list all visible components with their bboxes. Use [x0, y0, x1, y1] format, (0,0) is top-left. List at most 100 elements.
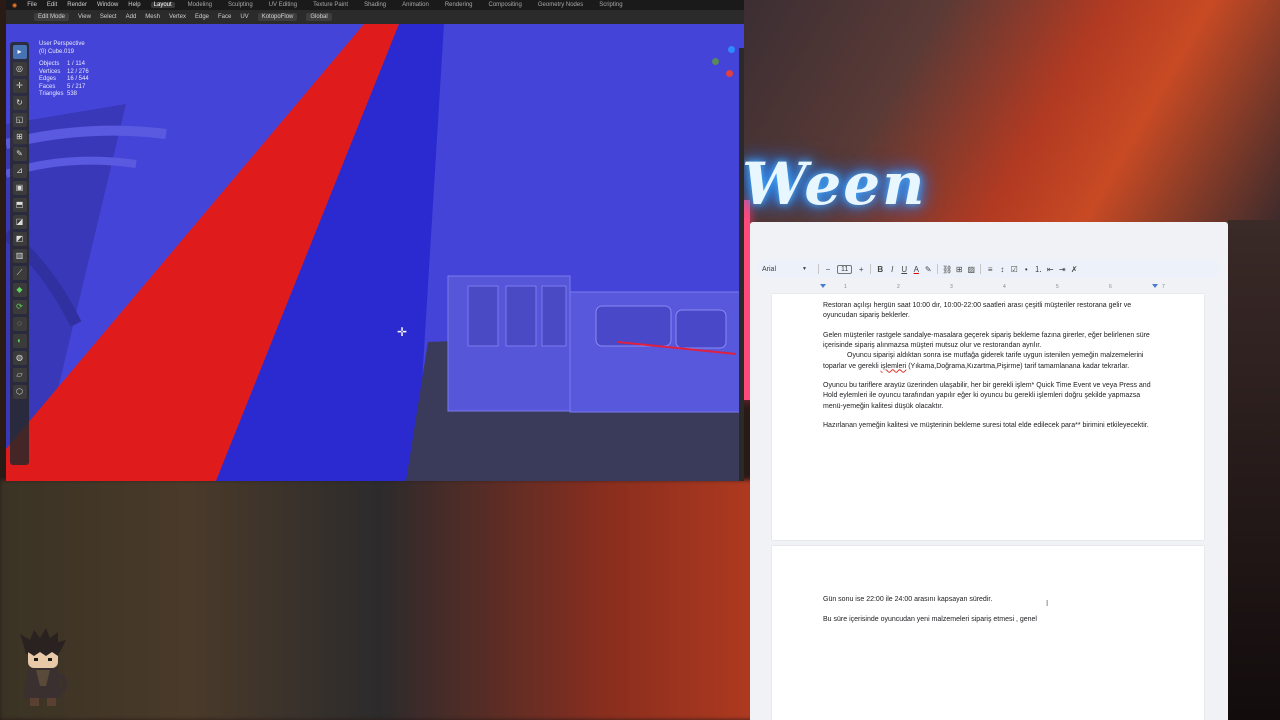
menu-file[interactable]: File — [27, 2, 37, 8]
inset-icon[interactable]: ◪ — [12, 215, 27, 229]
left-indent-marker[interactable] — [820, 284, 826, 288]
paragraph[interactable]: Bu süre içerisinde oyuncudan yeni malzem… — [823, 615, 1155, 625]
header-menu-face[interactable]: Face — [218, 14, 231, 20]
divider — [870, 264, 872, 274]
paragraph[interactable]: Hazırlanan yemeğin kalitesi ve müşterini… — [823, 421, 1155, 431]
header-menu-add[interactable]: Add — [126, 14, 137, 20]
decrease-indent-icon[interactable]: ⇤ — [1044, 265, 1056, 274]
menu-help[interactable]: Help — [128, 2, 140, 8]
header-menu-view[interactable]: View — [78, 14, 91, 20]
gizmo-x-icon[interactable] — [726, 70, 733, 77]
blender-logo-icon[interactable]: ◉ — [12, 2, 17, 9]
spin-icon[interactable]: ⟳ — [12, 300, 27, 314]
page-content[interactable]: Gün sonu ise 22:00 ile 24:00 arasını kap… — [823, 595, 1155, 634]
line-spacing-icon[interactable]: ↕ — [996, 265, 1008, 274]
ruler-tick: 6 — [1109, 284, 1112, 290]
tab-texture-paint[interactable]: Texture Paint — [310, 2, 351, 8]
bullet-list-icon[interactable]: • — [1020, 265, 1032, 274]
tab-compositing[interactable]: Compositing — [486, 2, 525, 8]
rotate-icon[interactable]: ↻ — [12, 96, 27, 110]
gizmo-z-icon[interactable] — [728, 46, 735, 53]
shrink-icon[interactable]: ◍ — [12, 351, 27, 365]
tab-animation[interactable]: Animation — [399, 2, 432, 8]
orientation-select[interactable]: Global — [306, 13, 332, 21]
scale-icon[interactable]: ◱ — [12, 113, 27, 127]
smooth-icon[interactable]: ◌ — [12, 317, 27, 331]
ruler-tick: 3 — [950, 284, 953, 290]
perspective-label: User Perspective — [39, 41, 85, 47]
misspelled-word[interactable]: işlemleri — [881, 363, 907, 370]
chevron-down-icon[interactable]: ▼ — [802, 266, 807, 272]
header-menu-select[interactable]: Select — [100, 14, 117, 20]
header-menu-vertex[interactable]: Vertex — [169, 14, 186, 20]
gizmo-y-icon[interactable] — [712, 58, 719, 65]
align-icon[interactable]: ≡ — [984, 265, 996, 274]
addon-pill[interactable]: KotopoFlow — [257, 13, 298, 21]
bold-icon[interactable]: B — [874, 265, 886, 274]
font-select[interactable]: Arial — [762, 266, 806, 273]
paragraph[interactable]: Gün sonu ise 22:00 ile 24:00 arasını kap… — [823, 595, 1155, 605]
ruler[interactable]: 1 2 3 4 5 6 7 — [772, 284, 1204, 292]
move-icon[interactable]: ✛ — [12, 79, 27, 93]
blender-menubar: ◉ File Edit Render Window Help Layout Mo… — [6, 0, 744, 10]
cursor-icon[interactable]: ◎ — [12, 62, 27, 76]
font-size-field[interactable]: 11 — [836, 264, 853, 274]
annotate-icon[interactable]: ✎ — [12, 147, 27, 161]
poly-build-icon[interactable]: ◆ — [12, 283, 27, 297]
underline-icon[interactable]: U — [898, 265, 910, 274]
menu-render[interactable]: Render — [67, 2, 87, 8]
blender-window: ◉ File Edit Render Window Help Layout Mo… — [6, 0, 744, 481]
loop-cut-icon[interactable]: ▥ — [12, 249, 27, 263]
text-cursor-icon: I — [1046, 599, 1049, 608]
edge-slide-icon[interactable]: ◐ — [12, 334, 27, 348]
document-page[interactable]: Restoran açılışı hergün saat 10:00 dır, … — [772, 294, 1204, 540]
checklist-icon[interactable]: ☑ — [1008, 265, 1020, 274]
document-page[interactable]: Gün sonu ise 22:00 ile 24:00 arasını kap… — [772, 546, 1204, 720]
numbered-list-icon[interactable]: ⒈ — [1032, 264, 1044, 275]
header-menu-edge[interactable]: Edge — [195, 14, 209, 20]
rip-icon[interactable]: ⬡ — [12, 385, 27, 399]
viewport-scrollbar[interactable] — [739, 48, 744, 481]
knife-icon[interactable]: ⟋ — [12, 266, 27, 280]
paragraph[interactable]: Gelen müşteriler rastgele sandalye-masal… — [823, 331, 1155, 372]
stat-row: Edges 16 / 544 — [39, 76, 89, 82]
add-cube-icon[interactable]: ▣ — [12, 181, 27, 195]
tab-layout[interactable]: Layout — [150, 2, 175, 8]
right-indent-marker[interactable] — [1152, 284, 1158, 288]
tab-sculpting[interactable]: Sculpting — [225, 2, 256, 8]
transform-icon[interactable]: ⊞ — [12, 130, 27, 144]
shear-icon[interactable]: ▱ — [12, 368, 27, 382]
tab-shading[interactable]: Shading — [361, 2, 389, 8]
comment-icon[interactable]: ⊞ — [953, 265, 965, 274]
italic-icon[interactable]: I — [886, 265, 898, 274]
increase-font-icon[interactable]: + — [855, 265, 867, 274]
menu-window[interactable]: Window — [97, 2, 118, 8]
mode-select[interactable]: Edit Mode — [34, 13, 70, 21]
measure-icon[interactable]: ⊿ — [12, 164, 27, 178]
crosshair-icon: ✛ — [397, 325, 408, 339]
header-menu-mesh[interactable]: Mesh — [145, 14, 160, 20]
ruler-tick: 4 — [1003, 284, 1006, 290]
3d-viewport[interactable]: User Perspective (0) Cube.019 Objects 1 /… — [6, 24, 744, 481]
tab-scripting[interactable]: Scripting — [596, 2, 625, 8]
tab-uv-editing[interactable]: UV Editing — [266, 2, 300, 8]
paragraph[interactable]: Restoran açılışı hergün saat 10:00 dır, … — [823, 301, 1155, 321]
tab-geometry-nodes[interactable]: Geometry Nodes — [535, 2, 586, 8]
tab-modeling[interactable]: Modeling — [185, 2, 215, 8]
paragraph[interactable]: Oyuncu bu tariflere arayüz üzerinden ula… — [823, 381, 1155, 412]
extrude-icon[interactable]: ⬒ — [12, 198, 27, 212]
image-icon[interactable]: ▨ — [965, 265, 977, 274]
select-box-icon[interactable]: ▸ — [12, 45, 27, 59]
increase-indent-icon[interactable]: ⇥ — [1056, 265, 1068, 274]
header-menu-uv[interactable]: UV — [240, 14, 248, 20]
highlight-icon[interactable]: ✎ — [922, 265, 934, 274]
page-content[interactable]: Restoran açılışı hergün saat 10:00 dır, … — [823, 301, 1155, 441]
menu-edit[interactable]: Edit — [47, 2, 57, 8]
decrease-font-icon[interactable]: − — [822, 265, 834, 274]
bevel-icon[interactable]: ◩ — [12, 232, 27, 246]
tab-rendering[interactable]: Rendering — [442, 2, 476, 8]
text-color-icon[interactable]: A — [910, 265, 922, 274]
clear-format-icon[interactable]: ✗ — [1068, 265, 1080, 274]
link-icon[interactable]: ⛓ — [941, 265, 953, 274]
stat-row: Triangles 538 — [39, 91, 78, 97]
